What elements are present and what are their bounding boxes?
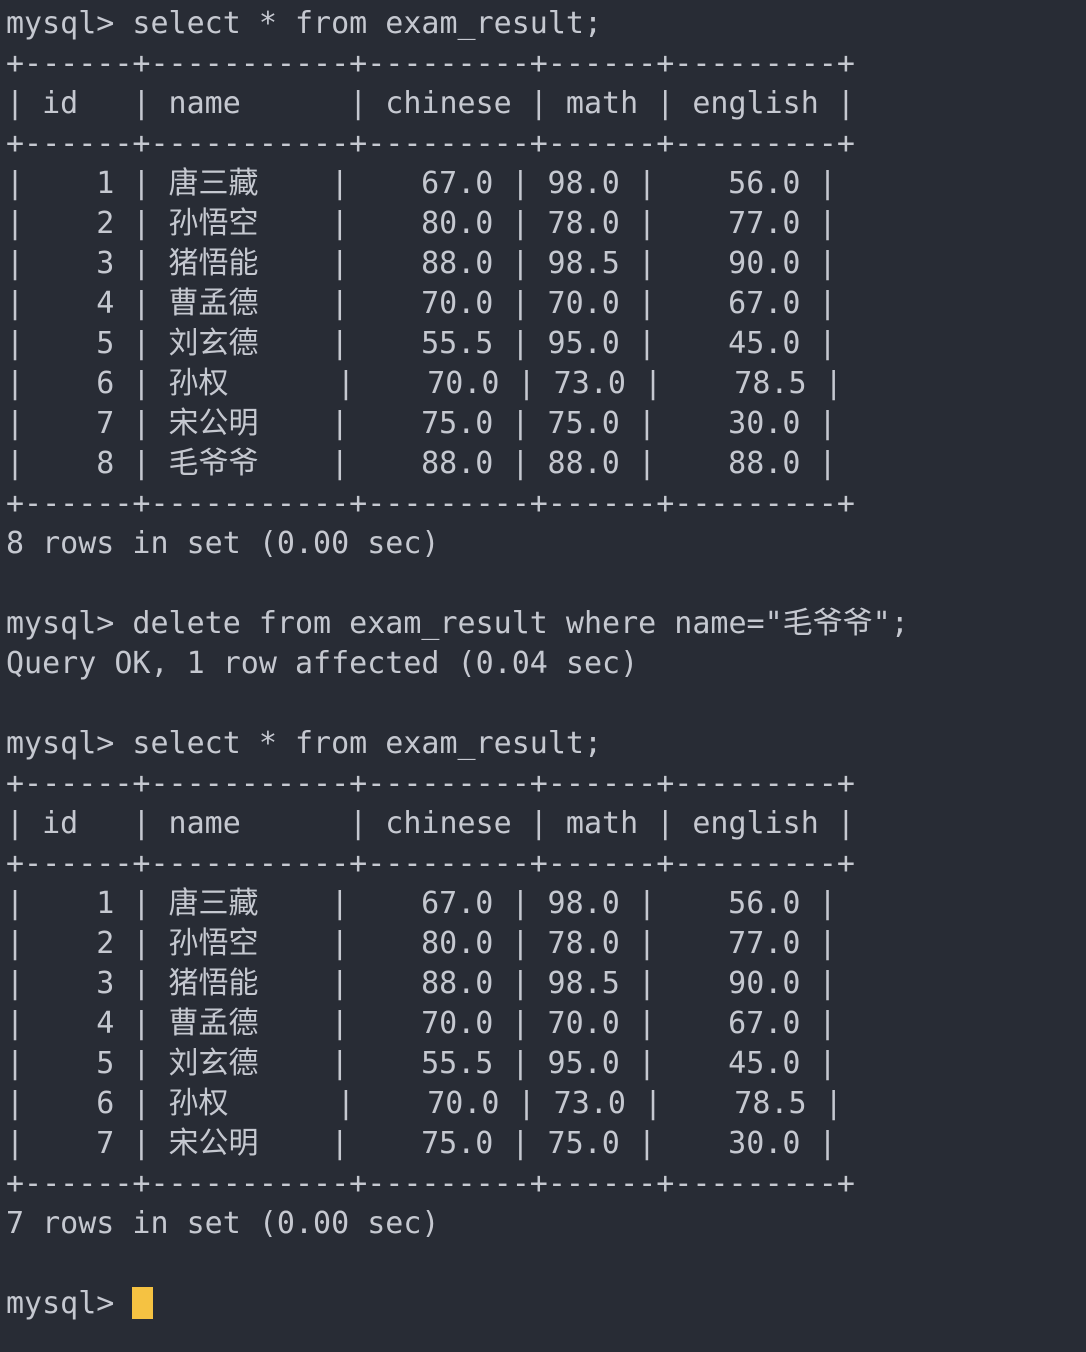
table-row: | 1 | 唐三藏 | 67.0 | 98.0 | 56.0 |	[6, 166, 837, 201]
table-separator-bottom: +------+-----------+---------+------+---…	[6, 486, 855, 521]
table-row: | 7 | 宋公明 | 75.0 | 75.0 | 30.0 |	[6, 1126, 837, 1161]
table-row: | 4 | 曹孟德 | 70.0 | 70.0 | 67.0 |	[6, 1006, 837, 1041]
table-row: | 4 | 曹孟德 | 70.0 | 70.0 | 67.0 |	[6, 286, 837, 321]
command-line-select-2: mysql> select * from exam_result;	[6, 726, 603, 761]
table-row: | 7 | 宋公明 | 75.0 | 75.0 | 30.0 |	[6, 406, 837, 441]
table-separator-bottom: +------+-----------+---------+------+---…	[6, 1166, 855, 1201]
table-separator-top: +------+-----------+---------+------+---…	[6, 46, 855, 81]
status-rows-in-set: 8 rows in set (0.00 sec)	[6, 526, 440, 561]
table-row: | 5 | 刘玄德 | 55.5 | 95.0 | 45.0 |	[6, 1046, 837, 1081]
prompt-text: mysql>	[6, 1286, 133, 1321]
table-row: | 2 | 孙悟空 | 80.0 | 78.0 | 77.0 |	[6, 206, 837, 241]
table-row: | 3 | 猪悟能 | 88.0 | 98.5 | 90.0 |	[6, 246, 837, 281]
table-row: | 8 | 毛爷爷 | 88.0 | 88.0 | 88.0 |	[6, 446, 837, 481]
command-line-delete: mysql> delete from exam_result where nam…	[6, 606, 909, 641]
status-query-ok: Query OK, 1 row affected (0.04 sec)	[6, 646, 639, 681]
table-row: | 6 | 孙权 | 70.0 | 73.0 | 78.5 |	[6, 366, 843, 401]
table-header-row: | id | name | chinese | math | english |	[6, 806, 855, 841]
table-row: | 5 | 刘玄德 | 55.5 | 95.0 | 45.0 |	[6, 326, 837, 361]
table-separator-top: +------+-----------+---------+------+---…	[6, 766, 855, 801]
table-row: | 2 | 孙悟空 | 80.0 | 78.0 | 77.0 |	[6, 926, 837, 961]
table-row: | 1 | 唐三藏 | 67.0 | 98.0 | 56.0 |	[6, 886, 837, 921]
status-rows-in-set: 7 rows in set (0.00 sec)	[6, 1206, 440, 1241]
command-line-select-1: mysql> select * from exam_result;	[6, 6, 603, 41]
table-row: | 6 | 孙权 | 70.0 | 73.0 | 78.5 |	[6, 1086, 843, 1121]
table-header-row: | id | name | chinese | math | english |	[6, 86, 855, 121]
table-separator-header: +------+-----------+---------+------+---…	[6, 126, 855, 161]
terminal-window[interactable]: mysql> select * from exam_result; +-----…	[0, 0, 1086, 1352]
table-row: | 3 | 猪悟能 | 88.0 | 98.5 | 90.0 |	[6, 966, 837, 1001]
block-cursor-icon	[132, 1287, 154, 1319]
table-separator-header: +------+-----------+---------+------+---…	[6, 846, 855, 881]
prompt-line-active[interactable]: mysql>	[6, 1284, 1086, 1324]
